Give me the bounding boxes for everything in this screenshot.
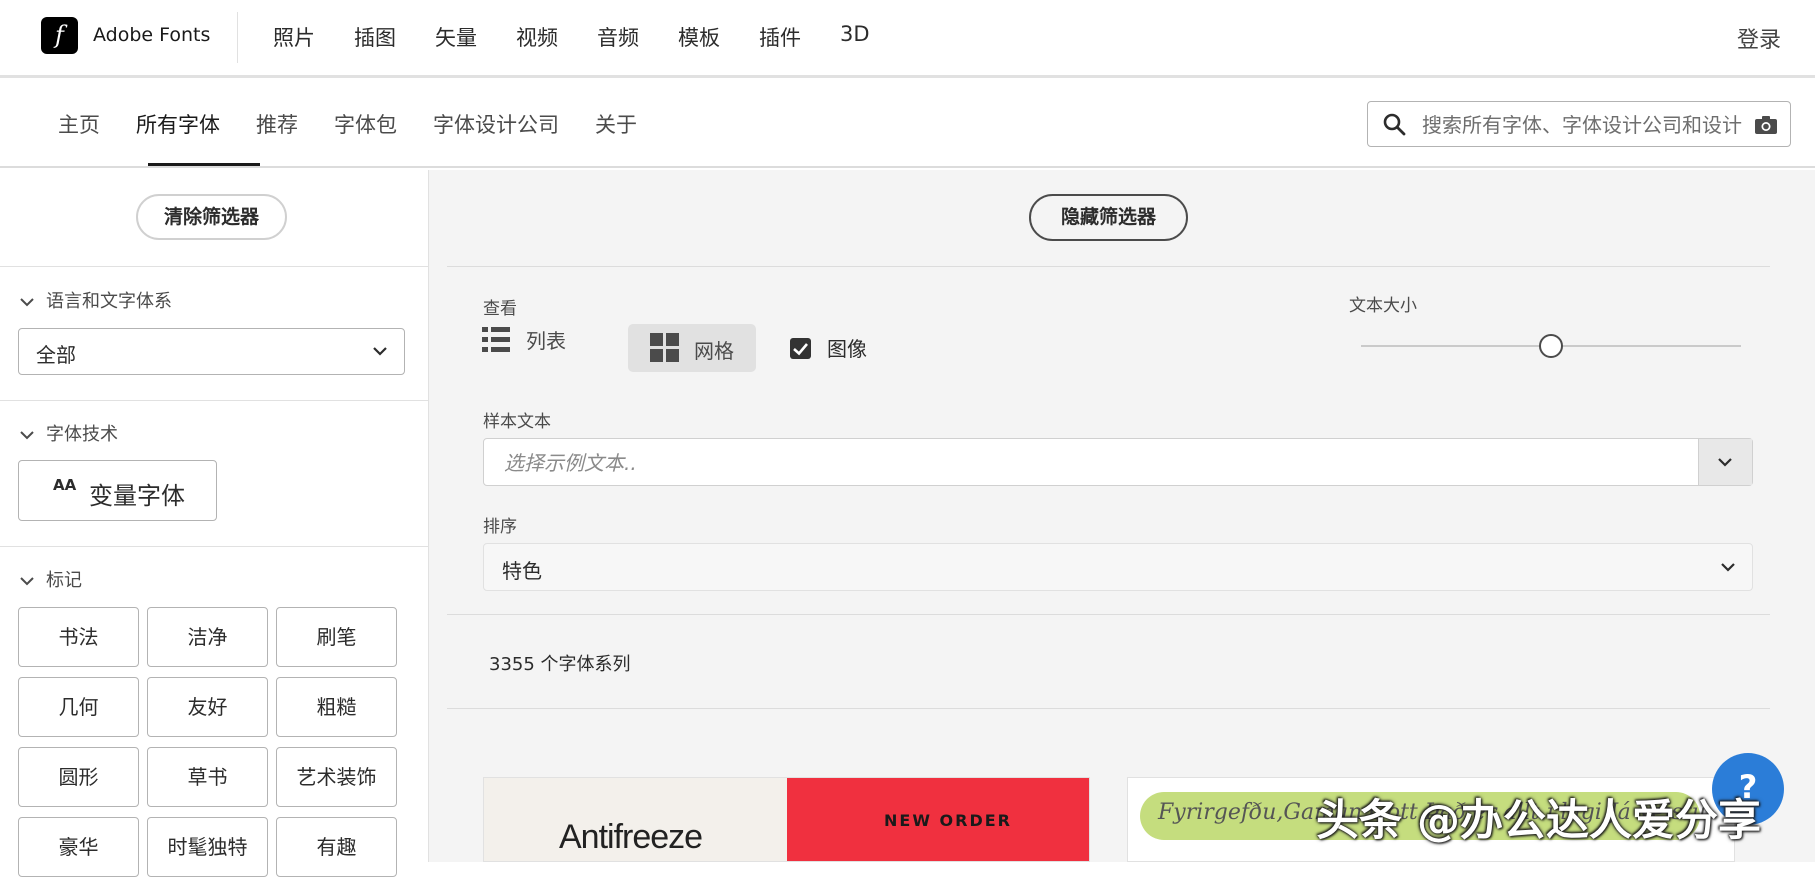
tab-home[interactable]: 主页 bbox=[58, 109, 100, 139]
top-nav: 照片 插图 矢量 视频 音频 模板 插件 3D bbox=[273, 22, 909, 52]
tag-friendly[interactable]: 友好 bbox=[147, 677, 268, 737]
tag-geometric[interactable]: 几何 bbox=[18, 677, 139, 737]
top-nav-plugins[interactable]: 插件 bbox=[759, 22, 801, 52]
checkmark-icon bbox=[793, 343, 808, 356]
hide-filters-button[interactable]: 隐藏筛选器 bbox=[1029, 194, 1188, 241]
section-language-label: 语言和文字体系 bbox=[46, 291, 172, 312]
brand-name[interactable]: Adobe Fonts bbox=[93, 24, 210, 46]
font-card-image: NEW ORDER bbox=[787, 778, 1089, 861]
sort-label: 排序 bbox=[483, 517, 517, 537]
divider bbox=[0, 266, 429, 267]
chevron-down-icon bbox=[20, 577, 34, 586]
search-icon bbox=[1383, 113, 1406, 136]
sort-select[interactable]: 特色 bbox=[483, 543, 1753, 591]
view-grid-label: 网格 bbox=[694, 339, 734, 363]
section-tags-label: 标记 bbox=[46, 570, 82, 591]
images-checkbox[interactable] bbox=[790, 338, 811, 359]
sample-text-input[interactable] bbox=[502, 450, 1686, 476]
sample-text-dropdown-button[interactable] bbox=[1698, 439, 1752, 485]
text-size-slider-handle[interactable] bbox=[1539, 334, 1563, 358]
tag-clean[interactable]: 洁净 bbox=[147, 607, 268, 667]
view-grid-button[interactable]: 网格 bbox=[628, 324, 756, 372]
section-font-tech[interactable]: 字体技术 bbox=[20, 420, 118, 446]
sub-nav: 主页 所有字体 推荐 字体包 字体设计公司 关于 bbox=[0, 78, 1815, 168]
tag-art-deco[interactable]: 艺术装饰 bbox=[276, 747, 397, 807]
top-nav-templates[interactable]: 模板 bbox=[678, 22, 720, 52]
chevron-down-icon bbox=[20, 298, 34, 307]
tag-quirky[interactable]: 时髦独特 bbox=[147, 817, 268, 877]
top-nav-audio[interactable]: 音频 bbox=[597, 22, 639, 52]
variable-fonts-button[interactable]: AA 变量字体 bbox=[18, 460, 217, 521]
variable-font-icon: AA bbox=[53, 476, 77, 494]
chevron-down-icon bbox=[20, 431, 34, 440]
chevron-down-icon bbox=[1718, 458, 1732, 467]
list-icon bbox=[482, 327, 510, 352]
grid-icon bbox=[650, 333, 679, 362]
main-content: 隐藏筛选器 查看 列表 网格 图像 文本大小 样本文本 排序 特色 3355 个… bbox=[429, 170, 1815, 862]
view-list-label: 列表 bbox=[526, 329, 566, 353]
sample-text-label: 样本文本 bbox=[483, 412, 551, 432]
tag-luxury[interactable]: 豪华 bbox=[18, 817, 139, 877]
divider bbox=[447, 266, 1770, 267]
font-card-sample-text: Antifreeze bbox=[559, 818, 703, 856]
divider bbox=[447, 708, 1770, 709]
top-nav-vectors[interactable]: 矢量 bbox=[435, 22, 477, 52]
font-family-count: 3355 个字体系列 bbox=[489, 654, 631, 675]
divider bbox=[447, 614, 1770, 615]
filter-sidebar: 清除筛选器 语言和文字体系 全部 字体技术 AA 变量字体 标记 书法 洁净 刷… bbox=[0, 170, 429, 877]
section-tags[interactable]: 标记 bbox=[20, 566, 82, 592]
tab-all-fonts[interactable]: 所有字体 bbox=[136, 109, 220, 139]
tag-script[interactable]: 草书 bbox=[147, 747, 268, 807]
camera-icon[interactable] bbox=[1754, 115, 1778, 135]
sort-select-value: 特色 bbox=[502, 559, 542, 583]
tag-rough[interactable]: 粗糙 bbox=[276, 677, 397, 737]
tab-recommendations[interactable]: 推荐 bbox=[256, 109, 298, 139]
text-size-label: 文本大小 bbox=[1349, 296, 1417, 316]
search-box[interactable] bbox=[1367, 101, 1791, 147]
language-select[interactable]: 全部 bbox=[18, 328, 405, 375]
tab-font-packs[interactable]: 字体包 bbox=[334, 109, 397, 139]
top-bar: f Adobe Fonts 照片 插图 矢量 视频 音频 模板 插件 3D 登录 bbox=[0, 0, 1815, 78]
chevron-down-icon bbox=[373, 347, 387, 356]
tab-foundries[interactable]: 字体设计公司 bbox=[433, 109, 559, 139]
variable-fonts-label: 变量字体 bbox=[89, 482, 185, 510]
tag-calligraphic[interactable]: 书法 bbox=[18, 607, 139, 667]
divider bbox=[0, 546, 429, 547]
chevron-down-icon bbox=[1721, 563, 1735, 572]
sample-text-field[interactable] bbox=[483, 438, 1753, 486]
clear-filters-button[interactable]: 清除筛选器 bbox=[136, 194, 287, 240]
section-language[interactable]: 语言和文字体系 bbox=[20, 287, 172, 313]
tag-grid: 书法 洁净 刷笔 几何 友好 粗糙 圆形 草书 艺术装饰 豪华 时髦独特 有趣 bbox=[18, 607, 397, 877]
top-nav-illustrations[interactable]: 插图 bbox=[354, 22, 396, 52]
view-list-button[interactable]: 列表 bbox=[482, 325, 582, 365]
active-tab-indicator bbox=[148, 163, 260, 166]
divider bbox=[0, 400, 429, 401]
watermark: 头条 @办公达人爱分享 bbox=[1316, 796, 1761, 846]
font-card-image-text: NEW ORDER bbox=[884, 811, 1012, 830]
tab-about[interactable]: 关于 bbox=[595, 109, 637, 139]
view-label: 查看 bbox=[483, 299, 517, 319]
search-input[interactable] bbox=[1420, 111, 1754, 139]
font-card[interactable]: Antifreeze NEW ORDER bbox=[483, 777, 1090, 862]
divider bbox=[237, 12, 238, 63]
images-label: 图像 bbox=[827, 337, 867, 361]
adobe-fonts-logo-icon[interactable]: f bbox=[41, 17, 78, 54]
login-link[interactable]: 登录 bbox=[1737, 22, 1781, 54]
tag-round[interactable]: 圆形 bbox=[18, 747, 139, 807]
section-font-tech-label: 字体技术 bbox=[46, 424, 118, 445]
top-nav-photos[interactable]: 照片 bbox=[273, 22, 315, 52]
language-select-value: 全部 bbox=[36, 343, 76, 367]
top-nav-videos[interactable]: 视频 bbox=[516, 22, 558, 52]
tag-brush[interactable]: 刷笔 bbox=[276, 607, 397, 667]
tag-fun[interactable]: 有趣 bbox=[276, 817, 397, 877]
top-nav-3d[interactable]: 3D bbox=[840, 22, 870, 52]
